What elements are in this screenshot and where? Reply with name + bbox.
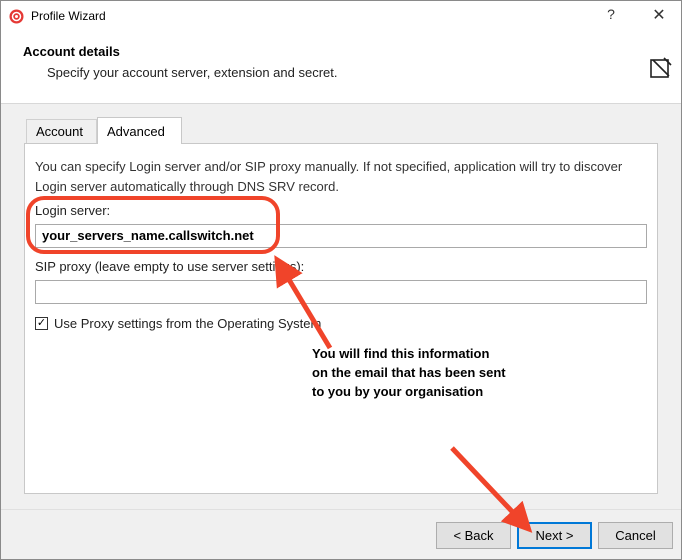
next-button[interactable]: Next > — [517, 522, 592, 549]
back-button[interactable]: < Back — [436, 522, 511, 549]
annotation-note: You will find this information on the em… — [312, 344, 552, 401]
tab-advanced[interactable]: Advanced — [97, 117, 182, 144]
footer-divider — [1, 509, 681, 510]
wizard-header: Account details Specify your account ser… — [1, 32, 681, 104]
window-title: Profile Wizard — [31, 9, 106, 23]
annotation-line: You will find this information — [312, 346, 490, 361]
annotation-line: to you by your organisation — [312, 384, 484, 399]
tab-account[interactable]: Account — [26, 119, 97, 143]
use-proxy-checkbox[interactable]: ✓ — [35, 317, 48, 330]
annotation-highlight-ring — [26, 196, 280, 254]
sip-proxy-label: SIP proxy (leave empty to use server set… — [35, 259, 305, 274]
app-logo-icon — [9, 9, 24, 24]
checkmark-icon: ✓ — [36, 317, 47, 329]
advanced-description: You can specify Login server and/or SIP … — [35, 159, 623, 194]
help-button[interactable]: ? — [601, 6, 621, 22]
title-bar: Profile Wizard ? ✕ — [1, 1, 681, 32]
profile-wizard-window: Profile Wizard ? ✕ Account details Speci… — [0, 0, 682, 560]
close-button[interactable]: ✕ — [649, 5, 669, 25]
annotation-line: on the email that has been sent — [312, 365, 506, 380]
page-title: Account details — [23, 44, 120, 59]
sip-proxy-input[interactable] — [35, 280, 647, 304]
wizard-edit-icon — [650, 57, 672, 78]
cancel-button[interactable]: Cancel — [598, 522, 673, 549]
use-proxy-label: Use Proxy settings from the Operating Sy… — [54, 316, 322, 331]
page-subtitle: Specify your account server, extension a… — [47, 65, 338, 80]
